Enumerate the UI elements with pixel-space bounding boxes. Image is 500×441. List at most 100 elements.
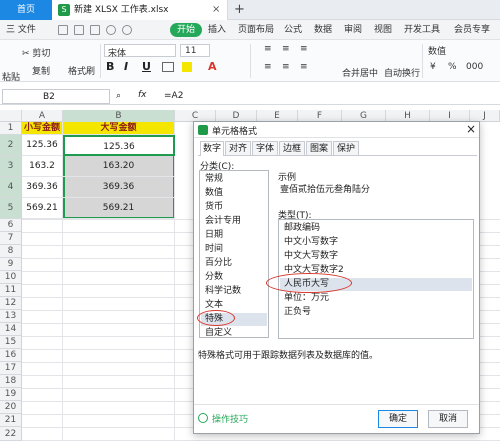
row-header[interactable]: 10: [0, 271, 22, 284]
align-top-icon[interactable]: ≡: [264, 44, 274, 54]
category-item[interactable]: 货币: [201, 201, 267, 214]
cell-b5[interactable]: 569.21: [63, 198, 175, 219]
print-icon[interactable]: [74, 25, 84, 35]
row-header[interactable]: 5: [0, 198, 22, 219]
tab-alignment[interactable]: 对齐: [225, 141, 251, 155]
tab-formula[interactable]: 公式: [284, 20, 302, 40]
row-header[interactable]: 2: [0, 135, 22, 156]
type-item[interactable]: 邮政编码: [280, 222, 460, 235]
tab-number[interactable]: 数字: [200, 141, 224, 156]
number-format-select[interactable]: 数值: [428, 44, 446, 57]
formula-input[interactable]: =A2: [164, 91, 183, 101]
category-item[interactable]: 日期: [201, 229, 267, 242]
dialog-titlebar[interactable]: 单元格格式 ×: [194, 122, 479, 138]
paste-button[interactable]: 粘贴: [2, 70, 20, 83]
row-header[interactable]: 17: [0, 362, 22, 375]
align-bottom-icon[interactable]: ≡: [300, 44, 308, 54]
row-header[interactable]: 14: [0, 323, 22, 336]
home-tab[interactable]: 首页: [0, 0, 52, 20]
tab-page-layout[interactable]: 页面布局: [238, 20, 274, 40]
fill-color-icon[interactable]: [182, 62, 192, 72]
font-size-select[interactable]: 11: [180, 44, 210, 57]
preview-icon[interactable]: [90, 25, 100, 35]
column-header[interactable]: A: [22, 110, 63, 122]
undo-icon[interactable]: [106, 25, 116, 35]
category-item[interactable]: 百分比: [201, 257, 267, 270]
type-item[interactable]: 中文小写数字: [280, 236, 460, 249]
tab-developer[interactable]: 开发工具: [404, 20, 440, 40]
row-header[interactable]: 11: [0, 284, 22, 297]
font-color-icon[interactable]: A: [208, 60, 217, 73]
merge-center-button[interactable]: 合并居中: [342, 66, 378, 79]
tab-pattern[interactable]: 图案: [306, 141, 332, 155]
category-item[interactable]: 科学记数: [201, 285, 267, 298]
border-icon[interactable]: [162, 62, 174, 72]
redo-icon[interactable]: [122, 25, 132, 35]
category-item[interactable]: 分数: [201, 271, 267, 284]
cell-b3[interactable]: 163.20: [63, 156, 175, 177]
row-header[interactable]: 6: [0, 219, 22, 232]
close-tab-icon[interactable]: ×: [212, 0, 220, 20]
cell-a5[interactable]: 569.21: [22, 198, 63, 219]
cut-button[interactable]: ✂ 剪切: [22, 46, 50, 59]
tab-data[interactable]: 数据: [314, 20, 332, 40]
row-header[interactable]: 3: [0, 156, 22, 177]
function-icon[interactable]: fx: [138, 90, 147, 100]
row-header[interactable]: 21: [0, 414, 22, 427]
format-painter-button[interactable]: 格式刷: [68, 64, 95, 77]
row-header[interactable]: 22: [0, 427, 22, 441]
row-header[interactable]: 8: [0, 245, 22, 258]
tab-protection[interactable]: 保护: [333, 141, 359, 155]
tips-link[interactable]: 操作技巧: [212, 412, 248, 425]
category-item[interactable]: 自定义: [201, 327, 267, 340]
row-header[interactable]: 20: [0, 401, 22, 414]
save-icon[interactable]: [58, 25, 68, 35]
align-left-icon[interactable]: ≡: [264, 62, 272, 72]
row-header[interactable]: 7: [0, 232, 22, 245]
row-header[interactable]: 16: [0, 349, 22, 362]
underline-button[interactable]: U: [142, 60, 151, 73]
copy-button[interactable]: 复制: [32, 64, 50, 77]
tab-border[interactable]: 边框: [279, 141, 305, 155]
close-icon[interactable]: ×: [466, 122, 476, 136]
tab-font[interactable]: 字体: [252, 141, 278, 155]
category-item[interactable]: 常规: [201, 173, 267, 186]
font-family-select[interactable]: 宋体: [104, 44, 176, 59]
wrap-text-button[interactable]: 自动换行: [384, 66, 420, 79]
type-item[interactable]: 中文大写数字: [280, 250, 460, 263]
cell-a4[interactable]: 369.36: [22, 177, 63, 198]
name-box[interactable]: B2: [2, 89, 110, 104]
align-right-icon[interactable]: ≡: [300, 62, 308, 72]
row-header[interactable]: 19: [0, 388, 22, 401]
percent-button[interactable]: %: [448, 62, 457, 72]
cell-b1[interactable]: 大写金额: [63, 122, 175, 135]
ok-button[interactable]: 确定: [378, 410, 418, 428]
cell-a2[interactable]: 125.36: [22, 135, 63, 156]
row-header[interactable]: 12: [0, 297, 22, 310]
category-item[interactable]: 时间: [201, 243, 267, 256]
tab-member[interactable]: 会员专享: [454, 20, 490, 40]
file-menu[interactable]: 三 文件: [6, 20, 36, 40]
select-all-corner[interactable]: [0, 110, 22, 122]
cell-a1[interactable]: 小写金额: [22, 122, 63, 135]
row-header[interactable]: 13: [0, 310, 22, 323]
cell-b2[interactable]: 125.36: [63, 135, 175, 156]
row-header[interactable]: 1: [0, 122, 22, 135]
category-item[interactable]: 会计专用: [201, 215, 267, 228]
cancel-button[interactable]: 取消: [428, 410, 468, 428]
align-center-icon[interactable]: ≡: [282, 62, 290, 72]
row-header[interactable]: 4: [0, 177, 22, 198]
row-header[interactable]: 9: [0, 258, 22, 271]
tab-review[interactable]: 审阅: [344, 20, 362, 40]
row-header[interactable]: 18: [0, 375, 22, 388]
document-tab[interactable]: S 新建 XLSX 工作表.xlsx ×: [52, 0, 228, 20]
zoom-icon[interactable]: ⌕: [116, 91, 121, 101]
cell-b4[interactable]: 369.36: [63, 177, 175, 198]
column-header[interactable]: B: [63, 110, 175, 122]
tab-start[interactable]: 开始: [170, 23, 202, 37]
thousands-button[interactable]: 000: [466, 62, 483, 72]
type-item[interactable]: 正负号: [280, 306, 460, 319]
new-tab-icon[interactable]: +: [234, 0, 245, 20]
align-middle-icon[interactable]: ≡: [282, 44, 290, 54]
tab-view[interactable]: 视图: [374, 20, 392, 40]
